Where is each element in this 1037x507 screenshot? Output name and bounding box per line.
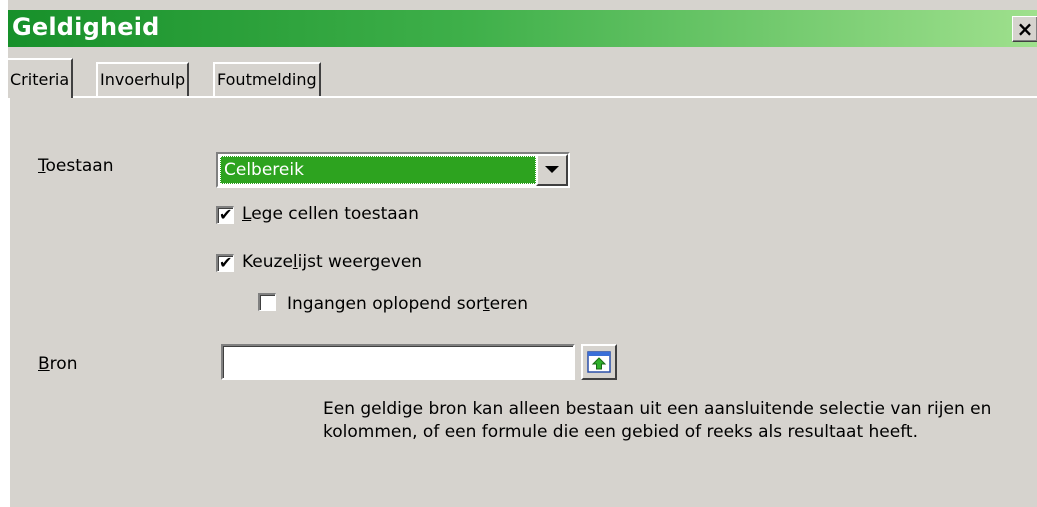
validity-dialog: Geldigheid × Criteria Invoerhulp Foutmel…	[8, 0, 1037, 507]
tab-criteria-label: Criteria	[10, 70, 70, 89]
close-icon: ×	[1016, 17, 1034, 41]
close-button[interactable]: ×	[1012, 16, 1037, 42]
dialog-title: Geldigheid	[12, 13, 160, 41]
title-bar[interactable]: Geldigheid ×	[8, 10, 1037, 47]
tab-input-help-label: Invoerhulp	[100, 70, 186, 89]
tab-criteria[interactable]: Criteria	[8, 58, 74, 98]
criteria-panel	[8, 96, 1037, 507]
tab-error-alert[interactable]: Foutmelding	[213, 62, 321, 96]
tab-input-help[interactable]: Invoerhulp	[96, 62, 190, 96]
tab-error-alert-label: Foutmelding	[217, 70, 317, 89]
